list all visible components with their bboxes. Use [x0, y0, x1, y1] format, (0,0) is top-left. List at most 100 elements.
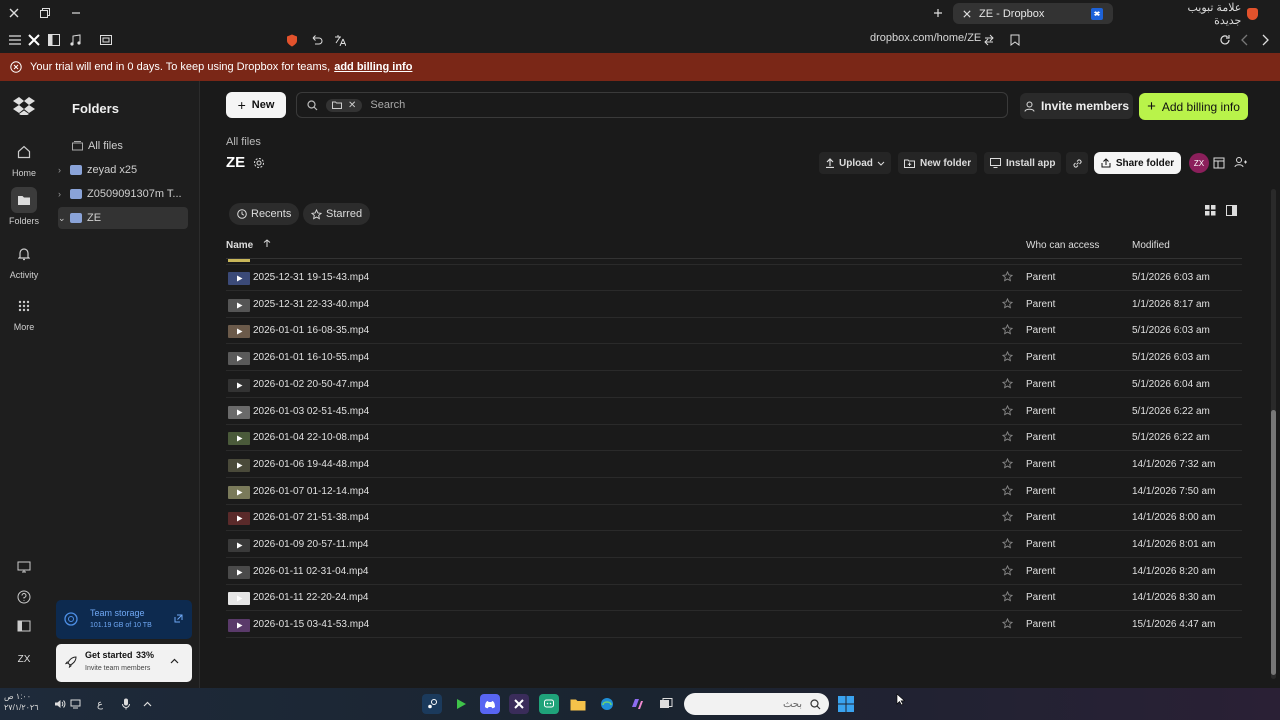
- table-row[interactable]: 2026-01-11 02-31-04.mp4 Parent 14/1/2026 8…: [226, 559, 1242, 585]
- sidebar-toggle-icon[interactable]: [45, 31, 63, 49]
- sort-arrow-up-icon[interactable]: [263, 239, 271, 248]
- add-billing-info-link[interactable]: add billing info: [334, 61, 412, 73]
- tab-close-icon[interactable]: [963, 9, 971, 18]
- tree-item-ze[interactable]: ⌄ ZE: [58, 207, 188, 229]
- undo-icon[interactable]: [308, 31, 326, 49]
- bookmark-icon[interactable]: [1006, 31, 1024, 49]
- file-name[interactable]: 2026-01-07 21-51-38.mp4: [253, 512, 369, 523]
- network-icon[interactable]: [66, 694, 86, 714]
- star-icon[interactable]: [1002, 431, 1013, 442]
- file-name[interactable]: 2026-01-02 20-50-47.mp4: [253, 379, 369, 390]
- star-icon[interactable]: [1002, 377, 1013, 389]
- address-bar[interactable]: dropbox.com/home/ZE: [870, 32, 981, 44]
- file-name[interactable]: 2026-01-03 02-51-45.mp4: [253, 406, 369, 417]
- minimize-window-icon[interactable]: [66, 4, 86, 22]
- back-icon[interactable]: [1236, 31, 1254, 49]
- file-name[interactable]: 2026-01-11 02-31-04.mp4: [253, 566, 368, 577]
- chip-close-icon[interactable]: ✕: [348, 100, 356, 111]
- screenshot-icon[interactable]: [97, 31, 115, 49]
- star-icon[interactable]: [1002, 564, 1013, 576]
- microphone-icon[interactable]: [116, 694, 136, 714]
- star-icon[interactable]: [1002, 271, 1013, 282]
- reload-icon[interactable]: [1216, 31, 1234, 49]
- file-explorer-icon[interactable]: [568, 694, 588, 714]
- windows-start-icon[interactable]: [836, 694, 856, 714]
- star-icon[interactable]: [1002, 297, 1013, 309]
- col-header-access[interactable]: Who can access: [1026, 240, 1099, 251]
- col-header-name[interactable]: Name: [226, 240, 253, 251]
- search-scope-chip[interactable]: ✕: [326, 98, 363, 112]
- task-view-icon[interactable]: [656, 694, 676, 714]
- star-icon[interactable]: [1002, 538, 1013, 549]
- invite-members-button[interactable]: Invite members: [1020, 93, 1133, 119]
- star-icon[interactable]: [1002, 484, 1013, 496]
- starred-chip[interactable]: Starred: [303, 203, 371, 225]
- file-name[interactable]: 2025-12-31 19-15-43.mp4: [253, 272, 369, 283]
- account-avatar[interactable]: ZX: [12, 648, 36, 670]
- list-panel-icon[interactable]: [1226, 205, 1237, 216]
- chevron-right-icon[interactable]: ›: [58, 189, 70, 199]
- edge-browser-icon[interactable]: [597, 694, 617, 714]
- language-indicator[interactable]: ع: [90, 694, 110, 714]
- star-icon[interactable]: [1002, 457, 1013, 469]
- member-avatar[interactable]: ZX: [1189, 153, 1209, 173]
- scrollbar-thumb[interactable]: [1271, 410, 1276, 675]
- rail-activity[interactable]: Activity: [0, 241, 48, 280]
- brave-x-icon[interactable]: [25, 31, 43, 49]
- chevron-down-icon[interactable]: ⌄: [58, 213, 70, 224]
- share-page-icon[interactable]: [980, 31, 998, 49]
- star-icon[interactable]: [1002, 511, 1013, 522]
- tab-new[interactable]: علامة تبويب جديدة: [1150, 2, 1268, 27]
- file-name[interactable]: 2026-01-07 01-12-14.mp4: [253, 486, 369, 497]
- table-row[interactable]: 2026-01-07 21-51-38.mp4 Parent 14/1/2026 8…: [226, 505, 1242, 532]
- col-header-modified[interactable]: Modified: [1132, 240, 1170, 251]
- brave-browser-icon[interactable]: [509, 694, 529, 714]
- search-input[interactable]: ✕ Search: [296, 92, 1008, 118]
- menu-icon[interactable]: [6, 31, 24, 49]
- breadcrumb[interactable]: All files: [226, 136, 261, 148]
- help-icon[interactable]: [17, 590, 31, 604]
- tree-item-all-files[interactable]: All files: [58, 135, 188, 157]
- copy-link-button[interactable]: [1066, 152, 1088, 174]
- rail-home[interactable]: Home: [0, 139, 48, 178]
- discord-icon[interactable]: [480, 694, 500, 714]
- table-row[interactable]: 2025-12-31 22-33-40.mp4 Parent 1/1/2026 8:…: [226, 292, 1242, 318]
- file-name[interactable]: 2026-01-01 16-10-55.mp4: [253, 352, 369, 363]
- share-folder-button[interactable]: Share folder: [1094, 152, 1181, 174]
- copilot-icon[interactable]: [627, 694, 647, 714]
- file-name[interactable]: 2025-12-31 22-33-40.mp4: [253, 299, 369, 310]
- tree-item-zeyad-x25[interactable]: › zeyad x25: [58, 159, 188, 181]
- translate-icon[interactable]: [331, 31, 349, 49]
- steam-icon[interactable]: [422, 694, 442, 714]
- table-row[interactable]: 2026-01-03 02-51-45.mp4 Parent 5/1/2026 6:…: [226, 399, 1242, 425]
- rail-more[interactable]: More: [0, 293, 48, 332]
- table-row[interactable]: 2026-01-02 20-50-47.mp4 Parent 5/1/2026 6:…: [226, 372, 1242, 398]
- forward-icon[interactable]: [1256, 31, 1274, 49]
- brave-shields-icon[interactable]: [283, 31, 301, 49]
- install-app-button[interactable]: Install app: [984, 152, 1062, 174]
- table-row[interactable]: 2026-01-15 03-41-53.mp4 Parent 15/1/2026 4…: [226, 612, 1242, 639]
- details-pane-icon[interactable]: [1213, 157, 1225, 169]
- upload-button[interactable]: Upload: [819, 152, 891, 174]
- new-button[interactable]: + New: [226, 92, 286, 118]
- table-row[interactable]: 2026-01-01 16-10-55.mp4 Parent 5/1/2026 6:…: [226, 345, 1242, 372]
- chevron-up-icon[interactable]: [170, 658, 179, 664]
- file-name[interactable]: 2026-01-01 16-08-35.mp4: [253, 325, 369, 336]
- panel-toggle-icon[interactable]: [17, 620, 31, 632]
- manage-access-icon[interactable]: [1234, 156, 1248, 169]
- tab-dropbox[interactable]: ZE - Dropbox: [953, 3, 1113, 24]
- dropbox-logo-icon[interactable]: [13, 97, 35, 115]
- chevron-right-icon[interactable]: ›: [58, 165, 70, 175]
- file-name[interactable]: 2026-01-04 22-10-08.mp4: [253, 432, 369, 443]
- recents-chip[interactable]: Recents: [229, 203, 300, 225]
- file-name[interactable]: 2026-01-09 20-57-11.mp4: [253, 539, 368, 550]
- star-icon[interactable]: [1002, 324, 1013, 335]
- close-window-icon[interactable]: [4, 4, 24, 22]
- music-icon[interactable]: [66, 31, 84, 49]
- table-row[interactable]: 2026-01-07 01-12-14.mp4 Parent 14/1/2026 7…: [226, 479, 1242, 505]
- file-name[interactable]: 2026-01-06 19-44-48.mp4: [253, 459, 369, 470]
- star-icon[interactable]: [1002, 351, 1013, 362]
- new-tab-plus-icon[interactable]: [928, 4, 948, 22]
- file-name[interactable]: 2026-01-15 03-41-53.mp4: [253, 619, 369, 630]
- folder-settings-gear-icon[interactable]: [253, 157, 265, 169]
